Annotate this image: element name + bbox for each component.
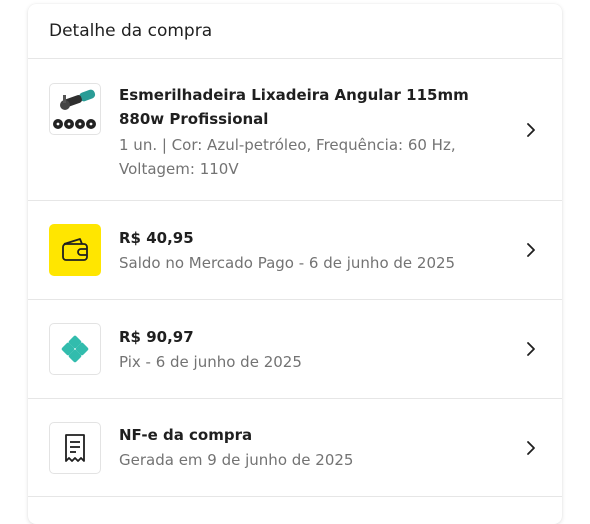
payment-row-balance[interactable]: R$ 40,95 Saldo no Mercado Pago - 6 de ju… xyxy=(28,201,562,300)
purchase-detail-header: Detalhe da compra xyxy=(28,4,562,59)
product-title: Esmerilhadeira Lixadeira Angular 115mm 8… xyxy=(119,86,469,128)
chevron-right-icon[interactable] xyxy=(524,440,538,456)
pix-icon xyxy=(61,335,89,363)
product-thumbnail xyxy=(49,83,101,135)
purchase-detail-card: Detalhe da compra Esmerilhadeira Lixadei… xyxy=(28,4,562,524)
invoice-row[interactable]: NF-e da compra Gerada em 9 de junho de 2… xyxy=(28,399,562,497)
invoice-title: NF-e da compra xyxy=(119,426,253,444)
payment-row-pix[interactable]: R$ 90,97 Pix - 6 de junho de 2025 xyxy=(28,300,562,399)
product-row[interactable]: Esmerilhadeira Lixadeira Angular 115mm 8… xyxy=(28,59,562,201)
chevron-right-icon[interactable] xyxy=(524,122,538,138)
angle-grinder-product-image xyxy=(53,89,96,129)
pix-thumbnail xyxy=(49,323,101,375)
receipt-thumbnail xyxy=(49,421,101,474)
payment-amount: R$ 40,95 xyxy=(119,228,194,247)
invoice-description: Gerada em 9 de junho de 2025 xyxy=(119,451,354,469)
chevron-right-icon[interactable] xyxy=(524,242,538,258)
wallet-icon xyxy=(62,238,88,261)
chevron-right-icon[interactable] xyxy=(524,341,538,357)
wallet-thumbnail xyxy=(49,224,101,276)
product-details: 1 un. | Cor: Azul-petróleo, Frequência: … xyxy=(119,136,456,178)
payment-description: Pix - 6 de junho de 2025 xyxy=(119,352,302,371)
payment-description: Saldo no Mercado Pago - 6 de junho de 20… xyxy=(119,253,456,272)
purchase-detail-title: Detalhe da compra xyxy=(49,21,213,41)
receipt-icon xyxy=(65,433,85,462)
payment-amount: R$ 90,97 xyxy=(119,327,194,346)
